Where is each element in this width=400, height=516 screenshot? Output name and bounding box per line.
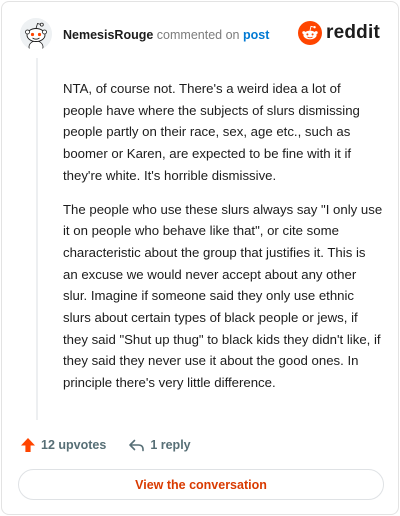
avatar[interactable] bbox=[20, 18, 52, 50]
comment-header: NemesisRouge commented on post reddit bbox=[20, 18, 384, 52]
comment-paragraph: The people who use these slurs always sa… bbox=[63, 201, 383, 391]
snoo-avatar-icon bbox=[20, 18, 52, 50]
comment-actions: 12 upvotes 1 reply bbox=[20, 435, 191, 455]
commented-on-text: commented on bbox=[156, 28, 240, 42]
upvote-arrow-icon bbox=[21, 438, 35, 452]
view-conversation-button[interactable]: View the conversation bbox=[18, 469, 384, 500]
comment-embed-card: NemesisRouge commented on post reddit NT… bbox=[1, 1, 399, 515]
reply-button[interactable]: 1 reply bbox=[128, 437, 191, 453]
upvote-button[interactable]: 12 upvotes bbox=[20, 437, 106, 453]
view-conversation-label: View the conversation bbox=[135, 477, 267, 492]
reddit-brand[interactable]: reddit bbox=[298, 21, 380, 45]
upvote-count: 12 upvotes bbox=[41, 438, 107, 452]
post-link[interactable]: post bbox=[243, 28, 269, 42]
thread-line bbox=[36, 58, 38, 420]
comment-body: NTA, of course not. There's a weird idea… bbox=[63, 78, 383, 406]
byline: NemesisRouge commented on post bbox=[63, 28, 269, 42]
reddit-logo-icon bbox=[298, 21, 323, 45]
reply-icon bbox=[129, 439, 145, 452]
username-link[interactable]: NemesisRouge bbox=[63, 28, 153, 42]
reddit-wordmark: reddit bbox=[326, 22, 380, 43]
reply-count: 1 reply bbox=[150, 438, 191, 452]
comment-paragraph: NTA, of course not. There's a weird idea… bbox=[63, 81, 360, 183]
